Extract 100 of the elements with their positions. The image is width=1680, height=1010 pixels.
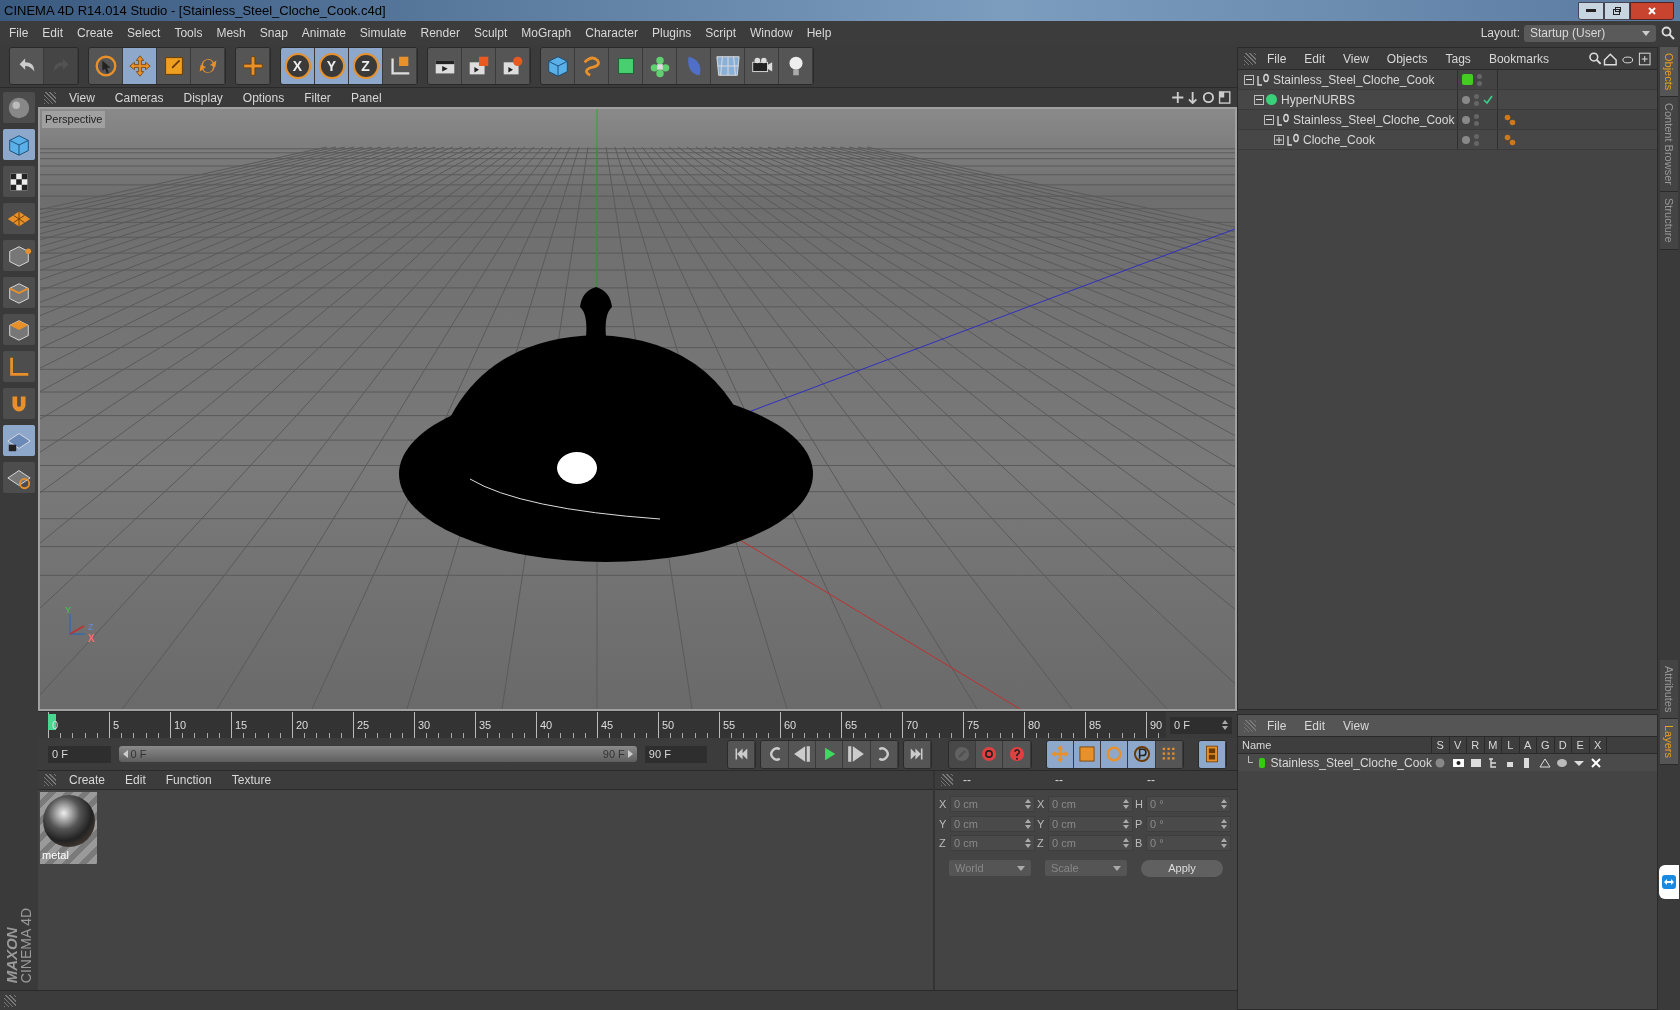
toolbar-button[interactable] xyxy=(428,48,462,84)
column-header[interactable]: L xyxy=(1502,736,1520,754)
menu-item[interactable]: Mesh xyxy=(209,24,253,42)
menu-item[interactable]: Animate xyxy=(294,24,353,42)
key-button[interactable] xyxy=(1003,740,1031,768)
column-header[interactable]: V xyxy=(1449,736,1467,754)
menu-item[interactable]: View xyxy=(62,88,102,107)
mode-button[interactable] xyxy=(3,425,35,456)
toolbar-button[interactable] xyxy=(609,48,643,84)
column-header[interactable]: E xyxy=(1572,736,1590,754)
end-frame-field[interactable]: 90 F xyxy=(644,745,708,763)
key-button[interactable] xyxy=(1101,740,1129,768)
column-header[interactable]: A xyxy=(1519,736,1537,754)
menu-item[interactable]: Texture xyxy=(224,771,279,789)
menu-item[interactable]: MoGraph xyxy=(514,24,579,42)
toolbar-button[interactable] xyxy=(383,48,417,84)
key-button[interactable] xyxy=(976,740,1004,768)
collapse-toggle[interactable] xyxy=(1244,74,1254,85)
side-tab[interactable]: Attributes xyxy=(1660,659,1678,720)
menu-item[interactable]: Render xyxy=(413,24,467,42)
material-tag-icon[interactable] xyxy=(1504,113,1516,126)
menu-item[interactable]: Display xyxy=(176,88,230,107)
column-header[interactable]: S xyxy=(1432,736,1450,754)
object-name[interactable]: Stainless_Steel_Cloche_Cook xyxy=(1293,110,1455,129)
toolbar-button[interactable] xyxy=(745,48,779,84)
menu-item[interactable]: Cameras xyxy=(107,88,171,107)
column-header[interactable]: R xyxy=(1467,736,1485,754)
material-tag-icon[interactable] xyxy=(1504,133,1516,146)
menu-item[interactable]: Character xyxy=(578,24,645,42)
viewport-nav-icon[interactable] xyxy=(1171,91,1231,104)
menu-item[interactable]: View xyxy=(1336,49,1376,68)
column-header[interactable]: D xyxy=(1554,736,1572,754)
minimize-button[interactable] xyxy=(1578,1,1604,20)
column-header[interactable]: M xyxy=(1484,736,1502,754)
menu-item[interactable]: Bookmarks xyxy=(1481,49,1556,68)
menu-item[interactable]: Edit xyxy=(35,24,71,42)
menu-item[interactable]: File xyxy=(2,24,36,42)
layer-color-swatch[interactable] xyxy=(1258,757,1265,768)
current-frame-field[interactable]: 0 F xyxy=(1170,716,1232,734)
menu-item[interactable]: File xyxy=(1260,49,1294,68)
menu-item[interactable]: Select xyxy=(120,24,168,42)
playback-button[interactable] xyxy=(903,740,932,768)
toolbar-button[interactable] xyxy=(496,48,530,84)
menu-item[interactable]: Edit xyxy=(1297,49,1333,68)
side-tab[interactable]: Structure xyxy=(1660,192,1678,250)
toolbar-button[interactable] xyxy=(711,48,745,84)
menu-item[interactable]: Tags xyxy=(1438,49,1478,68)
column-header[interactable]: X xyxy=(1589,736,1607,754)
layout-dropdown[interactable]: Startup (User) xyxy=(1524,24,1656,42)
render-dots-icon[interactable] xyxy=(1477,73,1482,86)
key-button[interactable] xyxy=(1128,740,1156,768)
playback-button[interactable] xyxy=(815,740,844,768)
mode-button[interactable] xyxy=(3,166,35,197)
menu-item[interactable]: Options xyxy=(235,88,292,107)
playback-button[interactable] xyxy=(788,740,816,768)
start-frame-field[interactable]: 0 F xyxy=(48,745,111,763)
toolbar-button[interactable] xyxy=(10,48,44,84)
key-button[interactable] xyxy=(1073,740,1102,768)
menu-item[interactable]: Panel xyxy=(343,88,389,107)
toolbar-button[interactable] xyxy=(157,48,191,84)
playback-button[interactable] xyxy=(843,740,871,768)
side-tab[interactable]: Content Browser xyxy=(1660,97,1678,193)
object-name[interactable]: Stainless_Steel_Cloche_Cook xyxy=(1273,70,1435,89)
collapse-toggle[interactable] xyxy=(1264,114,1274,125)
column-header[interactable]: G xyxy=(1537,736,1555,754)
playback-button[interactable] xyxy=(870,740,898,768)
menu-item[interactable]: Help xyxy=(799,24,839,42)
menu-item[interactable]: Plugins xyxy=(644,24,699,42)
close-button[interactable] xyxy=(1630,1,1674,20)
object-name[interactable]: HyperNURBS xyxy=(1281,90,1355,109)
object-row[interactable]: Stainless_Steel_Cloche_Cook xyxy=(1238,110,1657,130)
toolbar-button[interactable] xyxy=(89,48,123,84)
menu-item[interactable]: Edit xyxy=(118,771,153,789)
menu-item[interactable]: Function xyxy=(158,771,219,789)
playback-button[interactable] xyxy=(728,740,756,768)
collapse-toggle[interactable] xyxy=(1254,94,1264,105)
object-name[interactable]: Cloche_Cook xyxy=(1303,130,1376,149)
menu-item[interactable]: Create xyxy=(70,24,121,42)
toolbar-button[interactable] xyxy=(779,48,813,84)
key-button[interactable] xyxy=(1198,740,1226,768)
remote-support-widget[interactable] xyxy=(1659,865,1679,900)
search-icon[interactable] xyxy=(1661,26,1675,40)
menu-item[interactable]: Objects xyxy=(1379,49,1435,68)
3d-viewport[interactable]: Perspective Y Z X xyxy=(38,107,1237,711)
menu-item[interactable]: Edit xyxy=(1297,716,1333,735)
menu-item[interactable]: Create xyxy=(62,771,113,789)
apply-button[interactable]: Apply xyxy=(1141,859,1223,877)
render-dots-icon[interactable] xyxy=(1474,133,1479,146)
menu-item[interactable]: Sculpt xyxy=(466,24,515,42)
object-row[interactable]: Cloche_Cook xyxy=(1238,130,1657,150)
menu-item[interactable]: Script xyxy=(698,24,743,42)
menu-item[interactable]: Simulate xyxy=(352,24,414,42)
toolbar-button[interactable] xyxy=(643,48,677,84)
menu-item[interactable]: Filter xyxy=(297,88,338,107)
menu-item[interactable]: Window xyxy=(743,24,800,42)
render-dots-icon[interactable] xyxy=(1474,93,1479,106)
key-button[interactable] xyxy=(1155,740,1183,768)
key-button[interactable] xyxy=(1046,740,1074,768)
layer-color-swatch[interactable] xyxy=(1462,74,1473,85)
toolbar-button[interactable] xyxy=(462,48,496,84)
